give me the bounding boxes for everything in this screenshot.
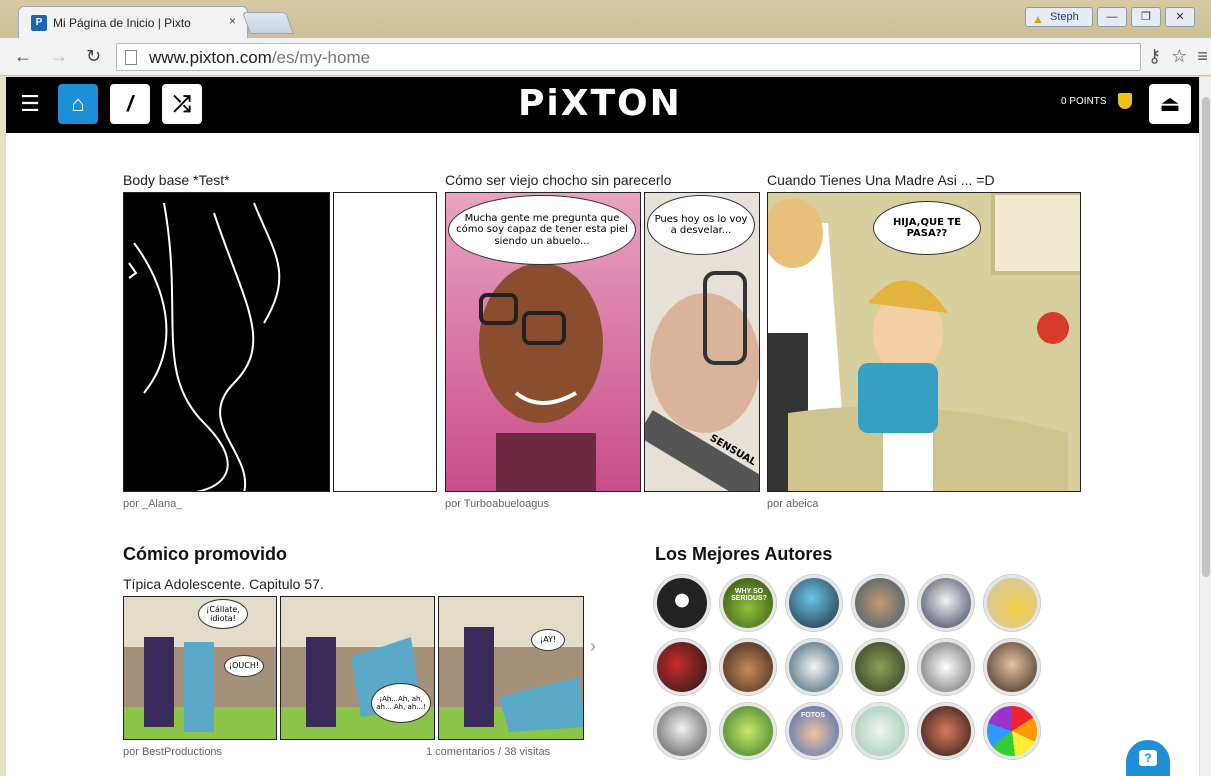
author-avatar[interactable] [654, 703, 710, 759]
comic-title-3[interactable]: Cuando Tienes Una Madre Asi ... =D [767, 172, 995, 188]
speech-bubble: ¡Ah...Ah, ah, ah... Ah, ah...! [371, 683, 431, 723]
key-icon[interactable]: ⚷ [1148, 46, 1161, 67]
author-avatar[interactable] [918, 703, 974, 759]
comic-title-1[interactable]: Body base *Test* [123, 172, 230, 188]
speech-bubble: ¡AY! [531, 629, 565, 651]
back-arrow-icon[interactable]: ← [14, 46, 32, 67]
browser-tab[interactable]: P Mi Página de Inicio | Pixto × [18, 6, 248, 38]
tab-title: Mi Página de Inicio | Pixto [53, 16, 191, 30]
author-avatar[interactable] [852, 703, 908, 759]
page-icon [125, 50, 137, 65]
author-avatar[interactable]: WHY SO SERIOUS? [720, 575, 776, 631]
create-pencil-button[interactable]: / [110, 84, 150, 124]
reload-icon[interactable]: ↻ [86, 46, 101, 67]
bookmark-star-icon[interactable]: ☆ [1171, 46, 1187, 67]
author-avatar[interactable]: FOTOS [786, 703, 842, 759]
pixton-logo[interactable]: PiXTON [518, 83, 682, 124]
promoted-author[interactable]: por BestProductions [123, 746, 222, 758]
author-avatar[interactable] [720, 639, 776, 695]
promoted-panel-2[interactable]: ¡Ah...Ah, ah, ah... Ah, ah...! [280, 596, 435, 740]
comic-author-3[interactable]: por abeica [767, 498, 818, 510]
next-arrow-icon[interactable]: › [590, 636, 596, 657]
author-avatar[interactable] [720, 703, 776, 759]
speech-bubble: Mucha gente me pregunta que cómo soy cap… [448, 195, 636, 265]
author-avatar[interactable] [786, 639, 842, 695]
speech-bubble: Pues hoy os lo voy a desvelar... [647, 195, 755, 255]
window-controls: — ❐ ✕ [1097, 7, 1195, 27]
comic-1-panel-2[interactable] [333, 192, 437, 492]
forward-arrow-icon[interactable]: → [50, 46, 68, 67]
shuffle-button[interactable]: ⤮ [162, 84, 202, 124]
author-avatar[interactable] [984, 575, 1040, 631]
scrollbar-thumb[interactable] [1202, 97, 1210, 577]
author-avatar[interactable] [786, 575, 842, 631]
page-scrollbar[interactable] [1199, 77, 1211, 776]
author-avatar[interactable] [654, 639, 710, 695]
promoted-comic-title[interactable]: Típica Adolescente. Capitulo 57. [123, 576, 324, 592]
author-avatar[interactable] [918, 575, 974, 631]
speech-bubble: ¡OUCH! [224, 655, 264, 677]
comic-2-panel-1[interactable]: Mucha gente me pregunta que cómo soy cap… [445, 192, 641, 492]
new-tab-button[interactable] [241, 12, 295, 34]
restore-button[interactable]: ❐ [1131, 7, 1161, 27]
pixton-header: ☰ ⌂ / ⤮ PiXTON 0 POINTS ⏏ [6, 77, 1199, 133]
comic-author-1[interactable]: por _Alana_ [123, 498, 182, 510]
comic-author-2[interactable]: por Turboabueloagus [445, 498, 549, 510]
promoted-panel-1[interactable]: ¡Cállate, idiota! ¡OUCH! [123, 596, 277, 740]
top-authors-heading: Los Mejores Autores [655, 544, 833, 564]
comic-title-2[interactable]: Cómo ser viejo chocho sin parecerlo [445, 172, 671, 188]
menu-icon[interactable]: ≡ [1197, 46, 1208, 67]
logout-eject-button[interactable]: ⏏ [1149, 84, 1191, 124]
browser-right-icons: ⚷ ☆ ≡ [1148, 46, 1208, 67]
address-bar[interactable]: www.pixton.com/es/my-home [116, 43, 1141, 71]
teen-scene-illustration [439, 627, 583, 739]
line-art-illustration [128, 202, 281, 491]
avatar-caption: FOTOS [801, 712, 825, 719]
profile-name: Steph [1050, 11, 1079, 23]
shield-icon [1118, 93, 1132, 109]
promoted-stats: 1 comentarios / 38 visitas [426, 746, 551, 758]
tab-close-icon[interactable]: × [229, 14, 236, 28]
author-avatar[interactable] [918, 639, 974, 695]
comic-1-panel-1[interactable] [123, 192, 330, 492]
url-path: /es/my-home [271, 48, 371, 67]
url-text: www.pixton.com/es/my-home [149, 48, 370, 68]
home-button[interactable]: ⌂ [58, 84, 98, 124]
author-avatar[interactable] [654, 575, 710, 631]
url-host: www.pixton.com [149, 48, 272, 67]
close-window-button[interactable]: ✕ [1165, 7, 1195, 27]
comic-3-panel-1[interactable]: HIJA,QUE TE PASA?? [767, 192, 1081, 492]
speech-bubble: ¡Cállate, idiota! [198, 599, 248, 629]
warning-icon: ▲ [1032, 12, 1044, 26]
comic-2-panel-2[interactable]: Pues hoy os lo voy a desvelar... SENSUAL [644, 192, 760, 492]
hamburger-menu-button[interactable]: ☰ [10, 84, 50, 124]
author-avatar[interactable] [852, 639, 908, 695]
browser-tabbar: P Mi Página de Inicio | Pixto × ▲ Steph … [0, 0, 1211, 38]
author-avatar[interactable] [984, 703, 1040, 759]
help-button[interactable]: ? [1126, 740, 1170, 776]
avatar-caption: WHY SO SERIOUS? [731, 588, 767, 602]
profile-button[interactable]: ▲ Steph [1025, 7, 1093, 27]
help-icon: ? [1139, 750, 1157, 766]
pixton-favicon-icon: P [31, 15, 47, 31]
browser-toolbar: ← → ↻ www.pixton.com/es/my-home ⚷ ☆ ≡ [0, 38, 1211, 76]
minimize-button[interactable]: — [1097, 7, 1127, 27]
promoted-heading: Cómico promovido [123, 544, 288, 564]
promoted-panel-3[interactable]: ¡AY! [438, 596, 584, 740]
author-avatar[interactable] [984, 639, 1040, 695]
author-avatar[interactable] [852, 575, 908, 631]
speech-bubble: HIJA,QUE TE PASA?? [873, 201, 981, 255]
points-counter[interactable]: 0 POINTS [1061, 96, 1107, 107]
